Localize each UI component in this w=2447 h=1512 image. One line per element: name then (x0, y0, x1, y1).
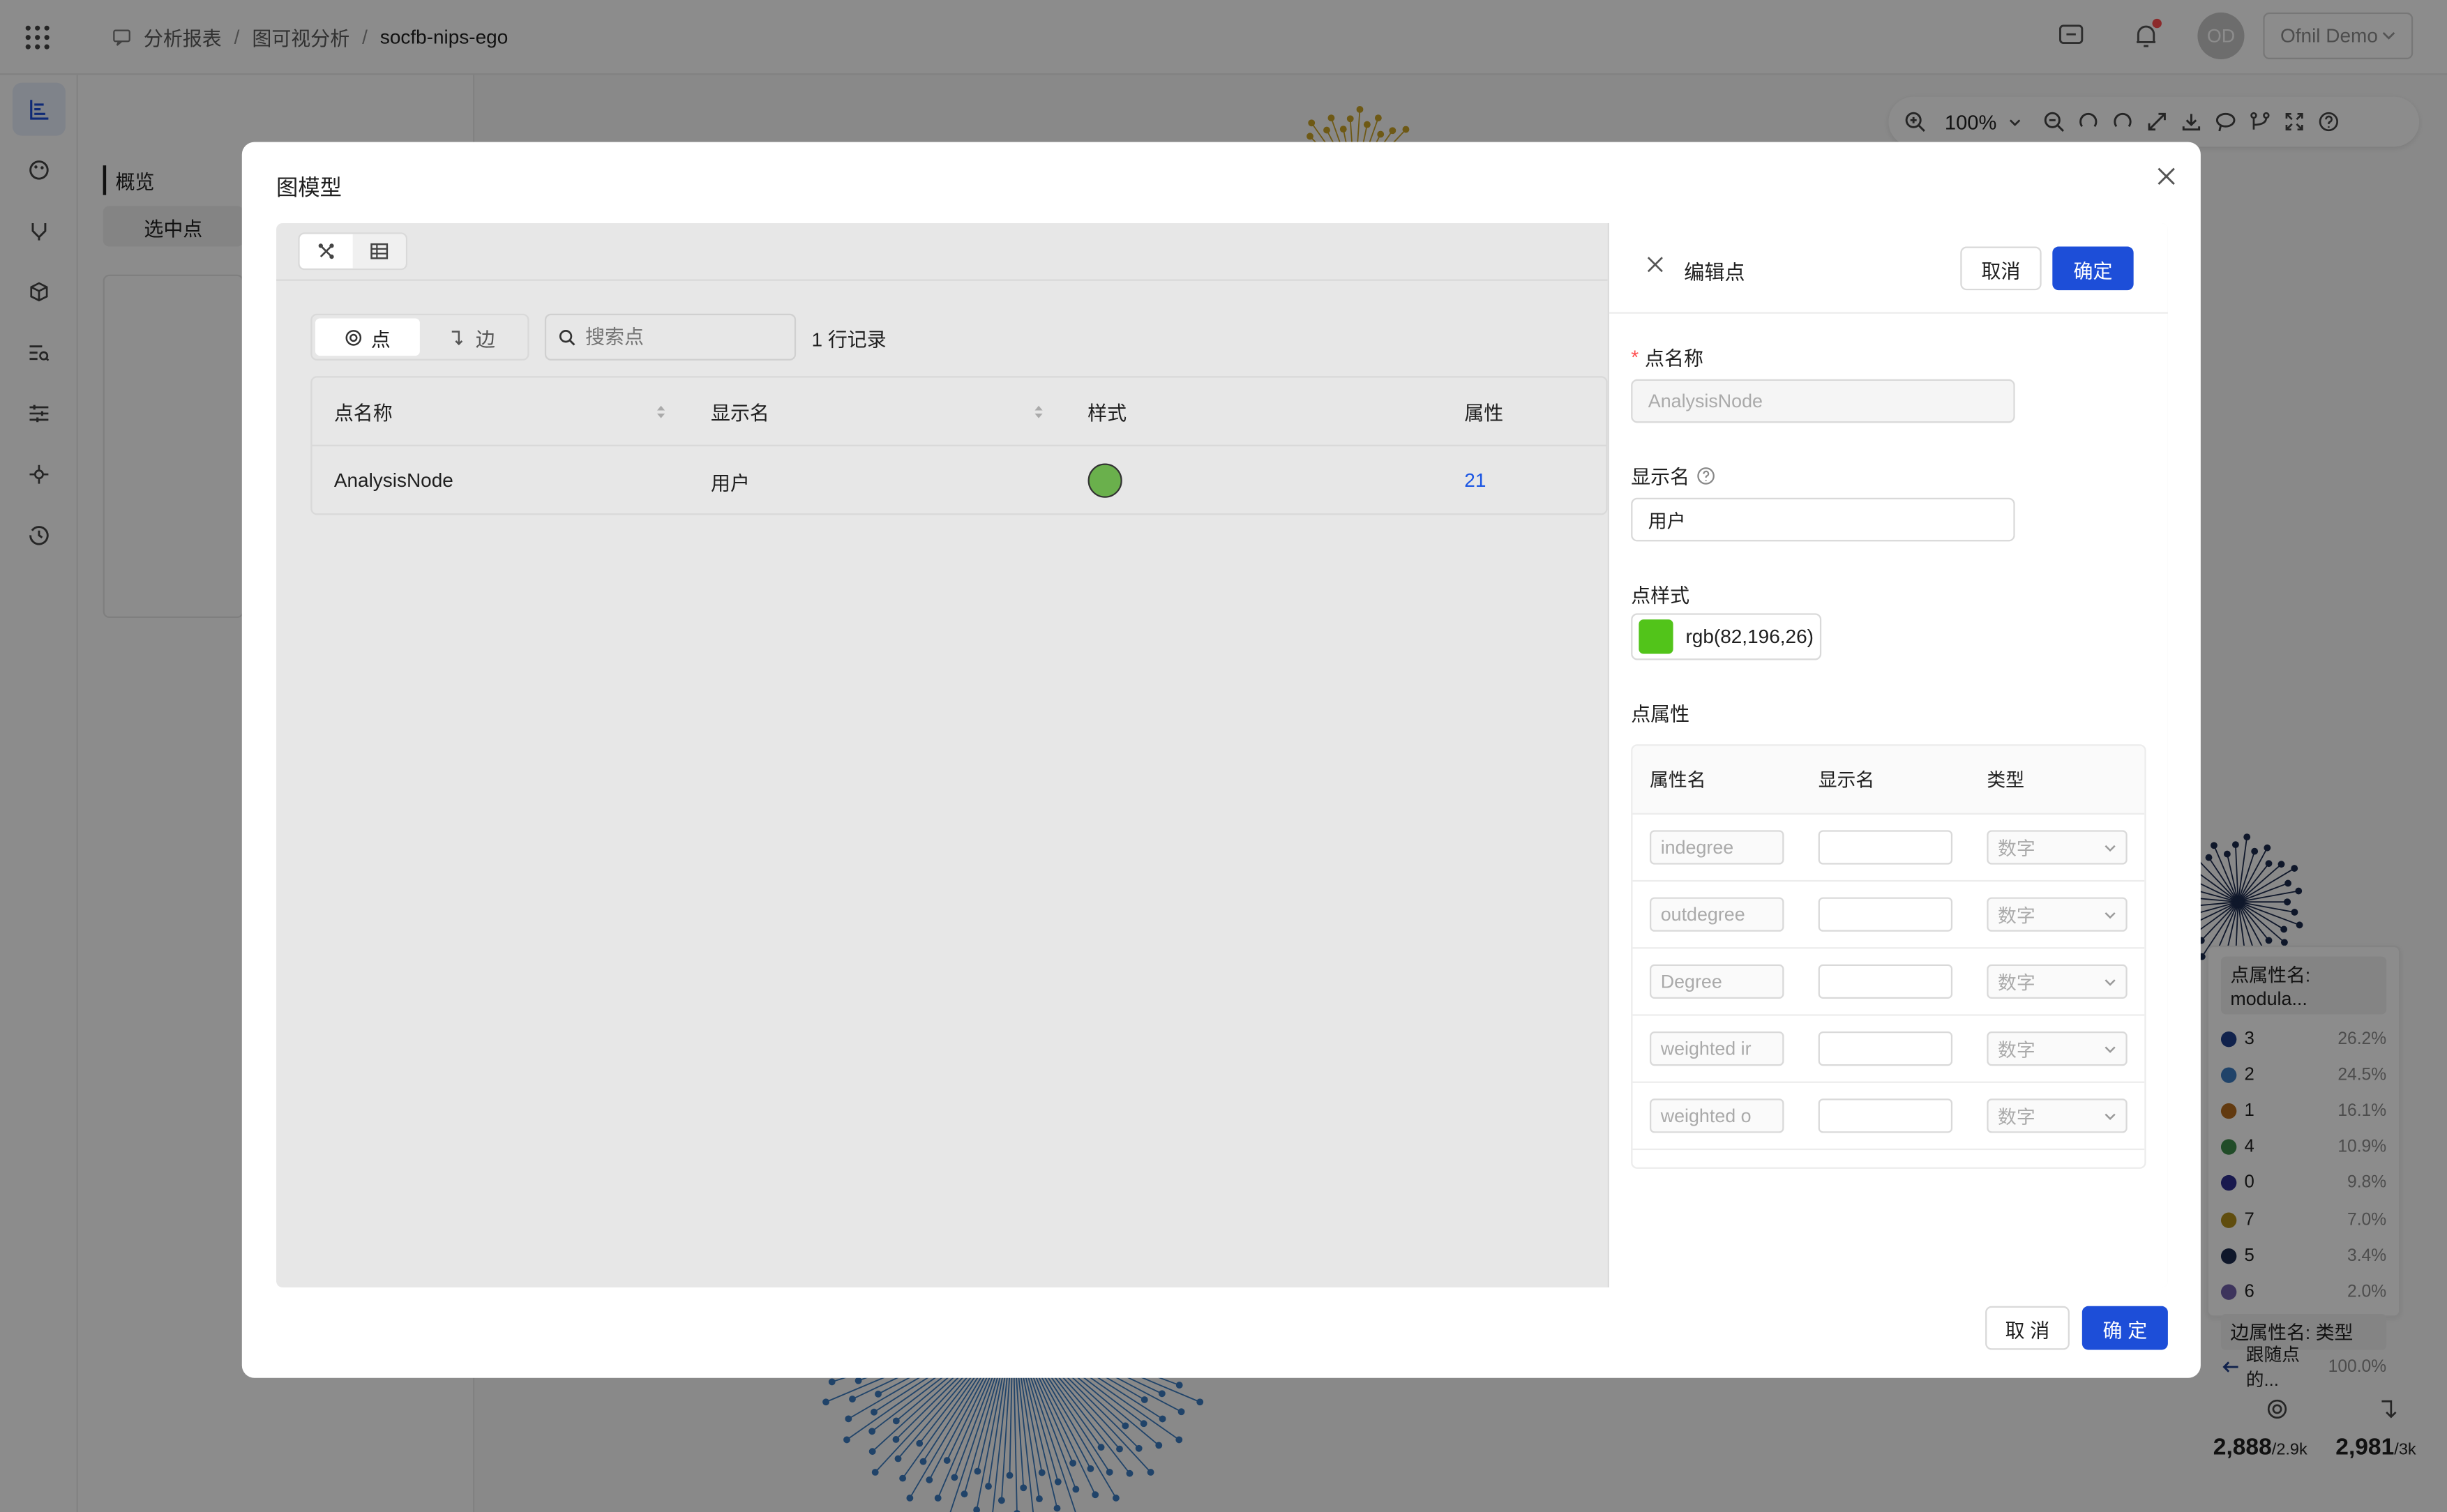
prop-name-input: weighted o (1650, 1098, 1784, 1133)
prop-type-value: 数字 (1998, 904, 2035, 926)
node-props-label: 点属性 (1631, 704, 1690, 726)
prop-name-input: indegree (1650, 830, 1784, 865)
column-header-name[interactable]: 点名称 (313, 396, 689, 426)
node-tab[interactable]: 点 (315, 318, 420, 356)
prop-type-select: 数字 (1987, 964, 2128, 999)
search-input[interactable] (585, 326, 773, 348)
prop-type-value: 数字 (1998, 1105, 2035, 1128)
close-icon[interactable] (1647, 256, 1664, 273)
node-color-picker[interactable]: rgb(82,196,26) (1631, 613, 1822, 660)
prop-row: Degree 数字 (1632, 948, 2145, 1016)
prop-row: outdegree 数字 (1632, 882, 2145, 949)
display-name-label: 显示名 (1631, 460, 1715, 490)
node-tab-label: 点 (370, 328, 391, 351)
cell-display-name: 用户 (710, 471, 750, 494)
prop-row: indegree 数字 (1632, 815, 2145, 882)
prop-display-input[interactable] (1818, 1031, 1953, 1066)
chevron-down-icon (2105, 978, 2116, 985)
sort-icon[interactable] (1033, 403, 1044, 418)
prop-display-input[interactable] (1818, 1098, 1953, 1133)
table-view-tab[interactable] (352, 234, 406, 269)
style-swatch[interactable] (1087, 463, 1122, 498)
props-col-display: 显示名 (1818, 769, 1875, 792)
column-header-props: 属性 (1443, 396, 1606, 426)
column-header-style-label: 样式 (1087, 402, 1127, 425)
node-name-label-text: 点名称 (1645, 347, 1703, 370)
chevron-down-icon (2105, 1112, 2116, 1119)
sort-icon[interactable] (656, 403, 668, 418)
node-edge-switch: 点 边 (310, 313, 529, 361)
edge-icon (449, 328, 467, 346)
edit-panel-header: 编辑点 取消 确定 (1609, 223, 2168, 314)
column-header-display-label: 显示名 (710, 402, 769, 425)
color-value: rgb(82,196,26) (1685, 626, 1814, 648)
dialog-confirm-button[interactable]: 确 定 (2081, 1306, 2168, 1350)
prop-type-select: 数字 (1987, 1031, 2128, 1066)
prop-display-input[interactable] (1818, 964, 1953, 999)
prop-type-value: 数字 (1998, 837, 2035, 859)
chevron-down-icon (2105, 911, 2116, 918)
prop-display-input[interactable] (1818, 897, 1953, 932)
column-header-props-label: 属性 (1464, 402, 1504, 425)
node-style-label: 点样式 (1631, 585, 1690, 607)
prop-type-value: 数字 (1998, 971, 2035, 994)
table-header: 点名称 显示名 样式 属性 (312, 377, 1606, 446)
edge-tab[interactable]: 边 (420, 318, 525, 356)
prop-type-select: 数字 (1987, 897, 2128, 932)
prop-type-value: 数字 (1998, 1038, 2035, 1061)
search-box[interactable] (544, 313, 797, 361)
node-icon (345, 328, 362, 346)
cell-node-name: AnalysisNode (333, 469, 453, 492)
edit-node-panel: 编辑点 取消 确定 * 点名称 AnalysisNode 显示名 用户 点样式 r… (1607, 222, 2168, 1287)
close-icon[interactable] (2157, 167, 2176, 186)
prop-name-input: Degree (1650, 964, 1784, 999)
props-col-name: 属性名 (1650, 769, 1706, 792)
prop-type-select: 数字 (1987, 1098, 2128, 1133)
view-switch (298, 232, 407, 271)
record-count: 1 行记录 (811, 329, 887, 351)
column-header-style: 样式 (1066, 396, 1443, 426)
dialog-cancel-button[interactable]: 取 消 (1985, 1306, 2070, 1350)
display-name-field[interactable]: 用户 (1631, 497, 2015, 542)
edit-confirm-button[interactable]: 确定 (2052, 246, 2134, 291)
props-table: 属性名 显示名 类型 indegree 数字 outdegree 数字 Degree 数字… (1631, 744, 2146, 1169)
graph-view-tab[interactable] (300, 234, 353, 269)
chevron-down-icon (2105, 844, 2116, 852)
edit-panel-title: 编辑点 (1684, 260, 1745, 285)
dialog-body: 点 边 1 行记录 点名称 显示名 样式 属性 (276, 222, 2168, 1287)
edge-tab-label: 边 (475, 328, 495, 351)
table-row[interactable]: AnalysisNode 用户 21 (313, 446, 1606, 515)
props-table-header: 属性名 显示名 类型 (1632, 746, 2145, 815)
column-header-name-label: 点名称 (333, 402, 393, 425)
dialog-title: 图模型 (276, 174, 342, 200)
cell-style (1066, 463, 1443, 498)
chevron-down-icon (2105, 1045, 2116, 1052)
edit-cancel-button[interactable]: 取消 (1960, 246, 2042, 291)
graph-model-dialog: 图模型 点 边 1 行记录 (241, 142, 2201, 1378)
question-circle-icon[interactable] (1696, 466, 1715, 485)
cell-props-link[interactable]: 21 (1443, 469, 1606, 491)
node-table: 点名称 显示名 样式 属性 AnalysisNode 用户 21 (310, 376, 1608, 515)
node-name-label: * 点名称 (1631, 342, 1703, 372)
prop-name-input: weighted ir (1650, 1031, 1784, 1066)
prop-name-input: outdegree (1650, 897, 1784, 932)
node-name-field: AnalysisNode (1631, 379, 2015, 423)
search-icon (559, 328, 576, 346)
display-name-label-text: 显示名 (1631, 467, 1690, 489)
column-header-display[interactable]: 显示名 (689, 396, 1066, 426)
prop-type-select: 数字 (1987, 830, 2128, 865)
prop-row: weighted ir 数字 (1632, 1016, 2145, 1083)
prop-row: weighted o 数字 (1632, 1083, 2145, 1151)
prop-display-input[interactable] (1818, 830, 1953, 865)
props-col-type: 类型 (1987, 769, 2025, 792)
color-swatch (1639, 619, 1673, 654)
